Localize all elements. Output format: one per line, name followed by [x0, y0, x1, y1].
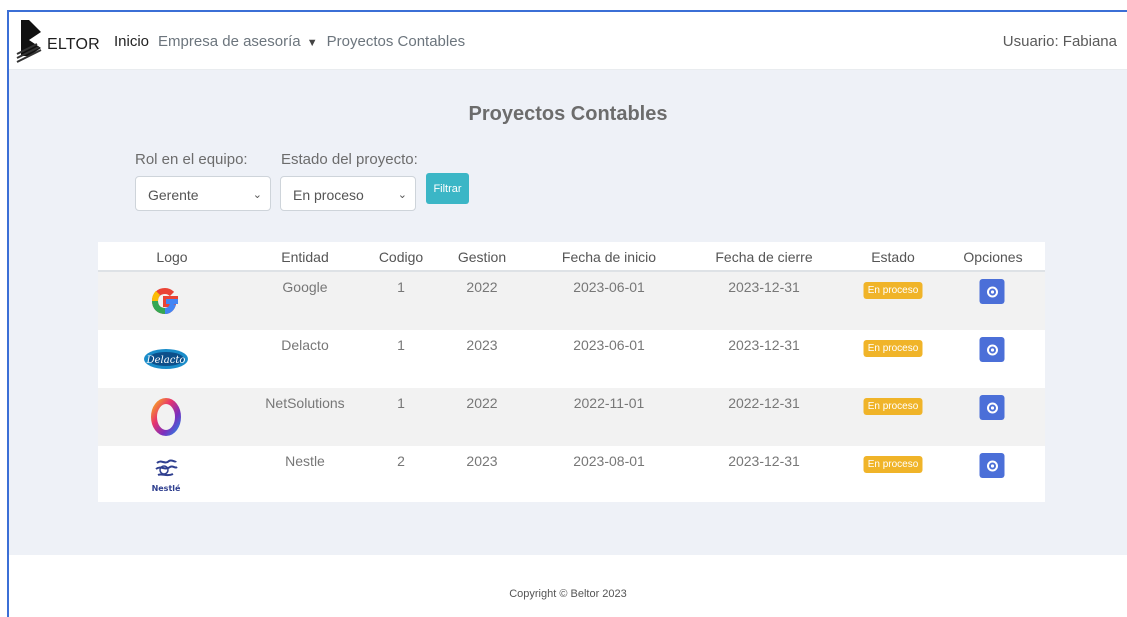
cell-codigo: 1 — [397, 395, 405, 411]
header-opciones: Opciones — [963, 249, 1023, 265]
caret-down-icon: ▼ — [306, 37, 318, 49]
svg-text:Nestlé: Nestlé — [152, 483, 181, 493]
footer: Copyright © Beltor 2023 — [9, 555, 1127, 617]
cell-codigo: 2 — [397, 453, 405, 469]
cell-fecha-inicio: 2023-06-01 — [573, 337, 645, 353]
eye-icon — [986, 460, 998, 471]
view-button[interactable] — [979, 453, 1005, 478]
svg-text:Delacto: Delacto — [146, 355, 186, 366]
header-logo: Logo — [156, 249, 188, 265]
nav-empresa-label: Empresa de asesoría — [158, 33, 301, 50]
page-title: Proyectos Contables — [468, 103, 668, 125]
cell-codigo: 1 — [397, 337, 405, 353]
cell-gestion: 2022 — [466, 395, 498, 411]
header-estado: Estado — [871, 249, 915, 265]
cell-codigo: 1 — [397, 279, 405, 295]
rol-label: Rol en el equipo: — [135, 151, 248, 168]
estado-select[interactable]: En proceso ⌄ — [280, 176, 416, 211]
netsolutions-logo-icon — [138, 392, 194, 442]
rol-select[interactable]: Gerente ⌄ — [135, 176, 271, 211]
table-header: Logo Entidad Codigo Gestion Fecha de ini… — [98, 242, 1045, 272]
brand[interactable]: ELTOR — [15, 16, 100, 66]
delacto-logo-icon: Delacto — [138, 334, 194, 384]
cell-entidad: Nestle — [285, 453, 325, 469]
status-badge: En proceso — [863, 282, 923, 299]
copyright: Copyright © Beltor 2023 — [509, 588, 627, 600]
cell-entidad: Google — [282, 279, 328, 295]
cell-gestion: 2022 — [466, 279, 498, 295]
main-content: Proyectos Contables Rol en el equipo: Es… — [9, 70, 1127, 555]
nav-empresa-dropdown[interactable]: Empresa de asesoría ▼ — [158, 33, 318, 50]
view-button[interactable] — [979, 279, 1005, 304]
table-row: NetSolutions 1 2022 2022-11-01 2022-12-3… — [98, 388, 1045, 446]
nav-links: Inicio Empresa de asesoría ▼ Proyectos C… — [114, 33, 465, 50]
view-button[interactable] — [979, 337, 1005, 362]
table-row: Delacto Delacto 1 2023 2023-06-01 2023-1… — [98, 330, 1045, 388]
table-row: Nestlé Nestle 2 2023 2023-08-01 2023-12-… — [98, 446, 1045, 504]
filter-button[interactable]: Filtrar — [426, 173, 469, 204]
estado-label: Estado del proyecto: — [281, 151, 418, 168]
cell-fecha-cierre: 2023-12-31 — [728, 453, 800, 469]
view-button[interactable] — [979, 395, 1005, 420]
header-fecha-inicio: Fecha de inicio — [561, 249, 657, 265]
eye-icon — [986, 344, 998, 355]
header-fecha-cierre: Fecha de cierre — [715, 249, 813, 265]
cell-gestion: 2023 — [466, 453, 498, 469]
projects-table: Logo Entidad Codigo Gestion Fecha de ini… — [98, 242, 1045, 502]
brand-name: ELTOR — [47, 36, 100, 53]
header-gestion: Gestion — [457, 249, 507, 265]
eye-icon — [986, 286, 998, 297]
header-entidad: Entidad — [281, 249, 329, 265]
cell-fecha-cierre: 2023-12-31 — [728, 337, 800, 353]
cell-entidad: NetSolutions — [265, 395, 345, 411]
cell-fecha-inicio: 2023-08-01 — [573, 453, 645, 469]
cell-entidad: Delacto — [281, 337, 329, 353]
rol-select-value: Gerente — [148, 187, 199, 203]
chevron-down-icon: ⌄ — [252, 189, 262, 201]
nav-proyectos[interactable]: Proyectos Contables — [327, 33, 465, 50]
cell-fecha-inicio: 2023-06-01 — [573, 279, 645, 295]
status-badge: En proceso — [863, 398, 923, 415]
table-row: Google 1 2022 2023-06-01 2023-12-31 En p… — [98, 272, 1045, 330]
google-logo-icon — [138, 276, 194, 326]
user-label[interactable]: Usuario: Fabiana — [1003, 33, 1117, 50]
beltor-logo-icon — [16, 20, 42, 63]
header-codigo: Codigo — [378, 249, 424, 265]
navbar: ELTOR Inicio Empresa de asesoría ▼ Proye… — [9, 12, 1127, 70]
eye-icon — [986, 402, 998, 413]
status-badge: En proceso — [863, 340, 923, 357]
cell-fecha-cierre: 2023-12-31 — [728, 279, 800, 295]
cell-fecha-inicio: 2022-11-01 — [573, 395, 645, 411]
cell-fecha-cierre: 2022-12-31 — [728, 395, 800, 411]
status-badge: En proceso — [863, 456, 923, 473]
estado-select-value: En proceso — [293, 187, 364, 203]
nav-inicio[interactable]: Inicio — [114, 33, 149, 50]
chevron-down-icon: ⌄ — [397, 189, 407, 201]
nestle-logo-icon: Nestlé — [138, 450, 194, 500]
cell-gestion: 2023 — [466, 337, 498, 353]
